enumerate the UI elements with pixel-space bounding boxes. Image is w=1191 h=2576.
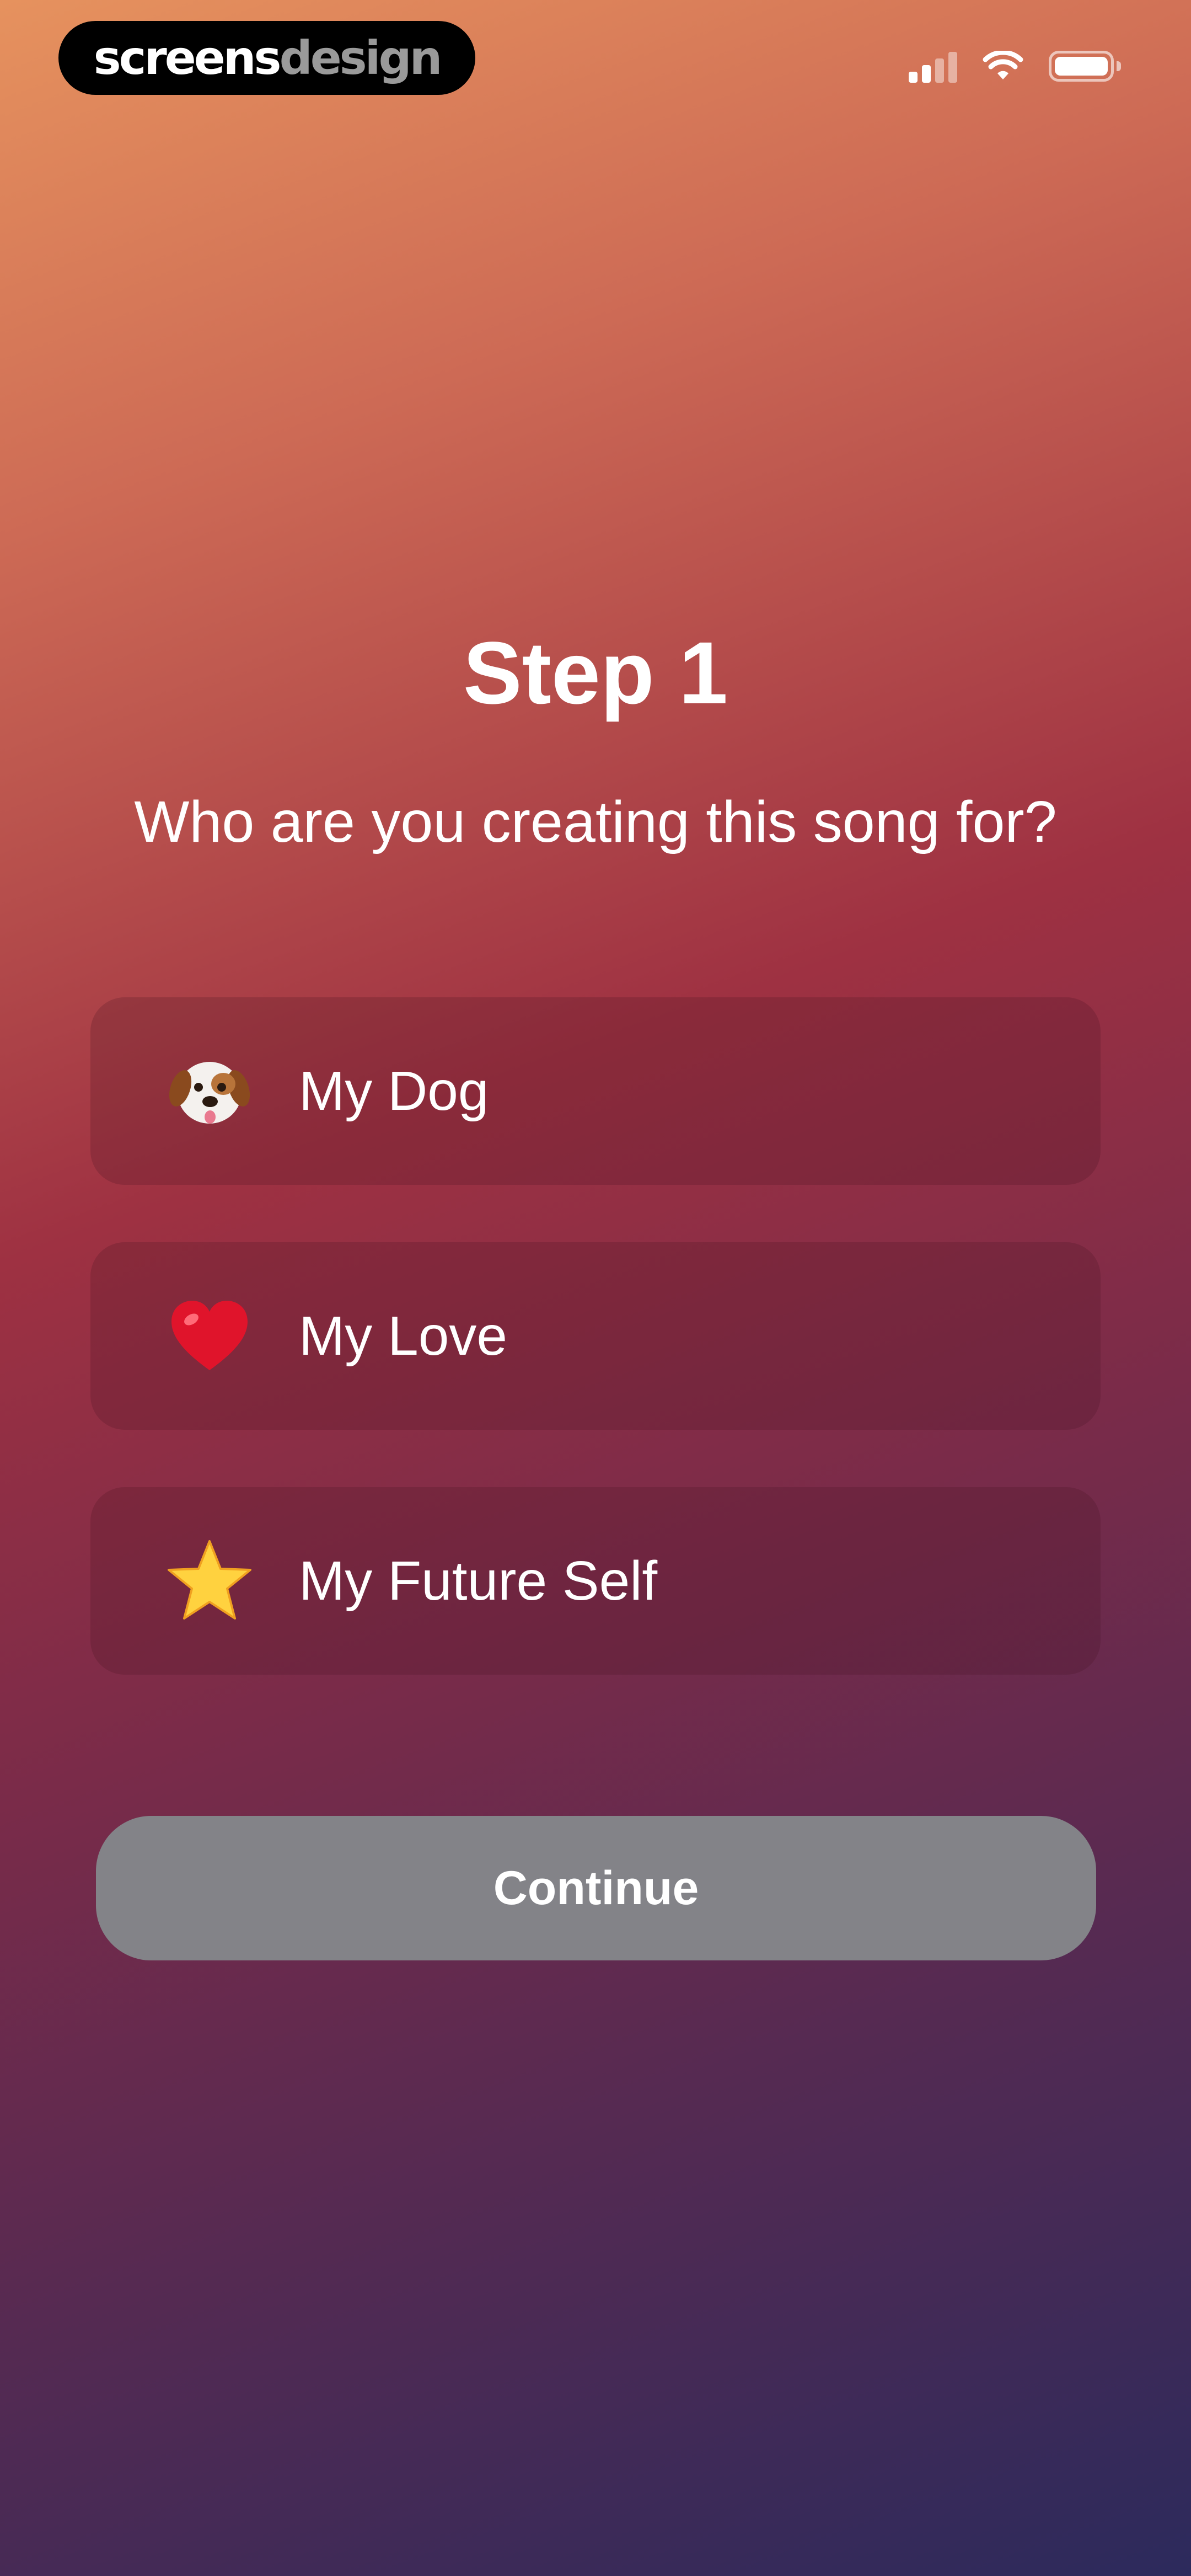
status-bar [909,50,1121,83]
cellular-signal-icon [909,50,957,83]
option-my-love[interactable]: My Love [90,1242,1101,1430]
screensdesign-watermark: screens design [58,21,475,95]
star-icon [165,1537,254,1625]
page-subtitle: Who are you creating this song for? [134,789,1057,854]
option-label: My Future Self [299,1550,658,1612]
battery-icon [1049,51,1121,82]
dog-face-icon [165,1047,254,1135]
wifi-icon [983,51,1023,79]
screen: screens design Step 1 Who are you creatin… [0,0,1191,2576]
option-my-dog[interactable]: My Dog [90,997,1101,1185]
watermark-part-2: design [279,31,443,85]
option-label: My Love [299,1305,507,1367]
option-label: My Dog [299,1060,489,1122]
page-title: Step 1 [463,623,728,722]
watermark-part-1: screens [93,31,282,85]
continue-button[interactable]: Continue [96,1816,1096,1960]
option-my-future-self[interactable]: My Future Self [90,1487,1101,1675]
red-heart-icon [165,1292,254,1380]
